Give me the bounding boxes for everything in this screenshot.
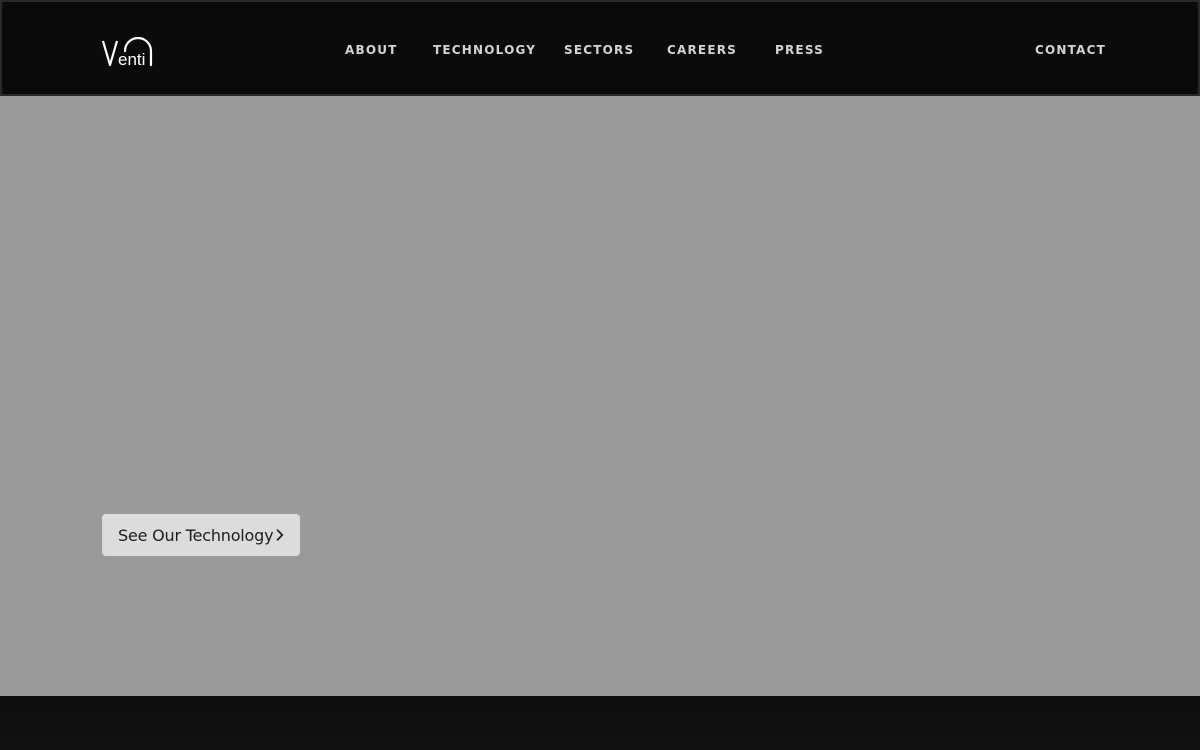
hero-section: See Our Technology bbox=[0, 96, 1200, 696]
svg-text:enti: enti bbox=[118, 50, 145, 69]
venti-logo[interactable]: enti bbox=[101, 30, 155, 70]
nav-about[interactable]: ABOUT bbox=[345, 42, 398, 58]
nav-technology[interactable]: TECHNOLOGY bbox=[433, 42, 536, 58]
site-header: enti ABOUT TECHNOLOGY SECTORS CAREERS PR… bbox=[0, 0, 1200, 96]
nav-press[interactable]: PRESS bbox=[775, 42, 824, 58]
nav-careers[interactable]: CAREERS bbox=[667, 42, 737, 58]
page: enti ABOUT TECHNOLOGY SECTORS CAREERS PR… bbox=[0, 0, 1200, 750]
footer-band bbox=[0, 696, 1200, 750]
see-our-technology-button[interactable]: See Our Technology bbox=[102, 514, 300, 556]
venti-logo-icon: enti bbox=[101, 36, 153, 69]
cta-label: See Our Technology bbox=[118, 525, 274, 545]
nav-contact[interactable]: CONTACT bbox=[1035, 42, 1106, 58]
chevron-right-icon bbox=[276, 529, 284, 541]
nav-sectors[interactable]: SECTORS bbox=[564, 42, 634, 58]
